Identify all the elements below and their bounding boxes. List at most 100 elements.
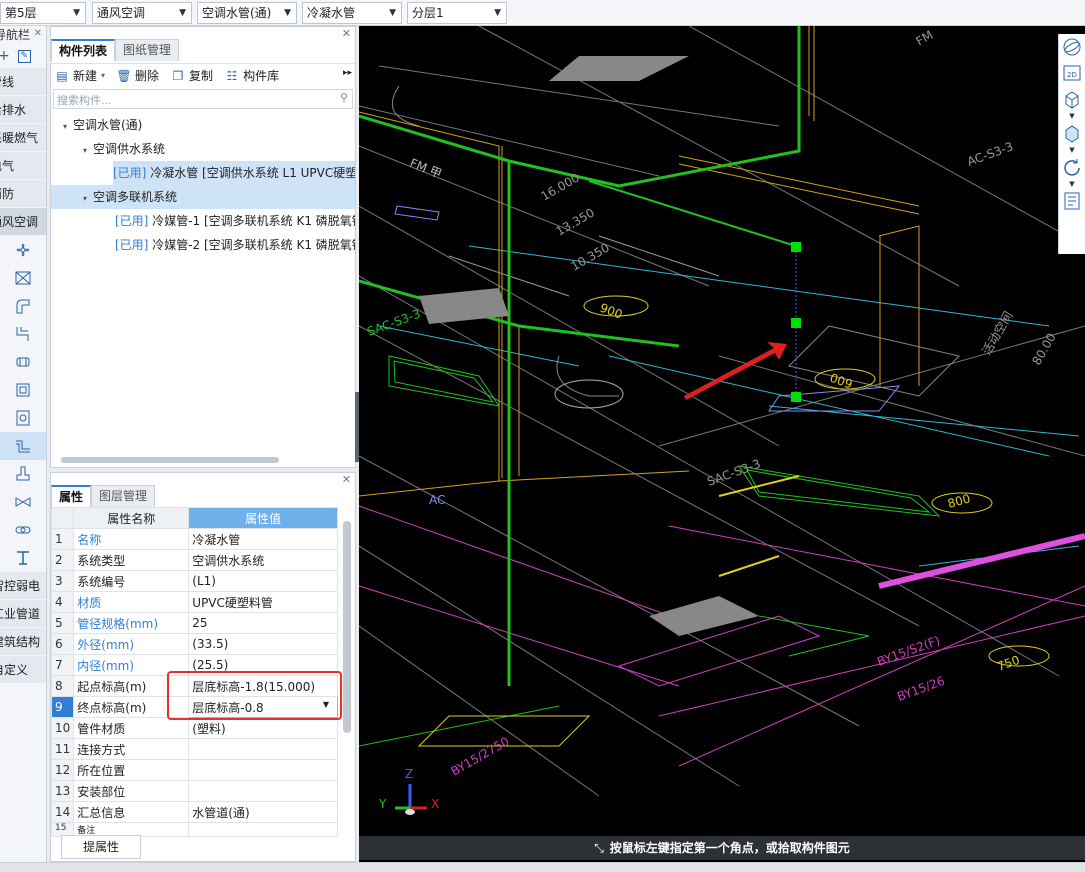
tree-node-root[interactable]: ▾ 空调水管(通): [51, 113, 355, 137]
water-pipe-icon[interactable]: [0, 432, 46, 460]
pipe-joint-icon[interactable]: [0, 516, 46, 544]
edit-icon[interactable]: ✎: [17, 49, 31, 63]
support-hanger-icon[interactable]: [0, 544, 46, 572]
expand-icon[interactable]: ▾: [63, 115, 73, 139]
property-value[interactable]: [188, 738, 338, 760]
row-number: 1: [50, 528, 75, 550]
cad-label: 800: [946, 491, 972, 510]
property-row[interactable]: 10 管件材质 (塑料): [50, 717, 338, 739]
property-row[interactable]: 6 外径(mm) (33.5): [50, 633, 338, 655]
property-row[interactable]: 13 安装部位: [50, 780, 338, 802]
nav-item-structure[interactable]: 建筑结构: [0, 628, 46, 656]
orbit-icon[interactable]: [1059, 34, 1085, 60]
nav-item-low-voltage[interactable]: 智控弱电: [0, 572, 46, 600]
expand-icon[interactable]: ▾: [83, 139, 93, 163]
property-value[interactable]: 空调供水系统: [188, 549, 338, 571]
tree-node-condensate-pipe[interactable]: [已用] 冷凝水管 [空调供水系统 L1 UPVC硬塑: [113, 161, 355, 185]
tree-node-refrigerant-pipe-1[interactable]: [已用] 冷媒管-1 [空调多联机系统 K1 磷脱氧铜: [51, 209, 355, 233]
horizontal-scrollbar[interactable]: [53, 455, 353, 465]
property-row[interactable]: 2 系统类型 空调供水系统: [50, 549, 338, 571]
duct-fitting-icon[interactable]: [0, 320, 46, 348]
property-value[interactable]: UPVC硬塑料管: [188, 591, 338, 613]
discipline-select[interactable]: 通风空调 ▼: [92, 2, 192, 24]
property-row[interactable]: 5 管径规格(mm) 25: [50, 612, 338, 634]
property-value[interactable]: 冷凝水管: [188, 528, 338, 550]
close-icon[interactable]: ✕: [34, 28, 42, 39]
property-value[interactable]: 水管道(通): [188, 801, 338, 823]
grip-end[interactable]: [791, 392, 801, 402]
property-row[interactable]: 12 所在位置: [50, 759, 338, 781]
duct-connector-icon[interactable]: [0, 348, 46, 376]
expand-icon[interactable]: ▾: [83, 187, 93, 211]
chevron-down-icon[interactable]: ▼: [1059, 146, 1085, 154]
property-value[interactable]: [188, 780, 338, 802]
extract-properties-button[interactable]: 提属性: [61, 835, 141, 859]
component-search-input[interactable]: 搜索构件... ⚲: [53, 89, 353, 109]
property-row[interactable]: 14 汇总信息 水管道(通): [50, 801, 338, 823]
nav-item-custom[interactable]: 自定义: [0, 656, 46, 684]
valve-box-icon[interactable]: [0, 404, 46, 432]
cad-viewport[interactable]: FM 甲 16.000 13.350 10.350 900 AC SAC-S3-…: [359, 26, 1085, 862]
view-2d-icon[interactable]: 2D: [1059, 60, 1085, 86]
fan-icon[interactable]: [0, 236, 46, 264]
row-number: 9: [50, 696, 75, 718]
nav-item-water[interactable]: 给排水: [0, 96, 46, 124]
equipment-frame-icon[interactable]: [0, 376, 46, 404]
properties-icon[interactable]: [1059, 188, 1085, 214]
vertical-scrollbar[interactable]: [343, 521, 351, 733]
copy-button[interactable]: ❐ 复制: [171, 67, 213, 84]
nav-item-heating-gas[interactable]: 采暖燃气: [0, 124, 46, 152]
more-icon[interactable]: ▸▸: [343, 68, 352, 78]
property-value[interactable]: (33.5): [188, 633, 338, 655]
scrollbar-thumb[interactable]: [61, 457, 279, 463]
chevron-down-icon[interactable]: ▼: [1059, 180, 1085, 188]
floor-select[interactable]: 第5层 ▼: [0, 2, 86, 24]
property-value[interactable]: (塑料): [188, 717, 338, 739]
close-icon[interactable]: ✕: [342, 27, 351, 40]
duct-elbow-icon[interactable]: [0, 292, 46, 320]
type-select[interactable]: 冷凝水管 ▼: [302, 2, 402, 24]
nav-item-fire[interactable]: 消防: [0, 180, 46, 208]
property-value[interactable]: 25: [188, 612, 338, 634]
grip-mid[interactable]: [791, 318, 801, 328]
nav-item-electrical[interactable]: 电气: [0, 152, 46, 180]
nav-item-hvac[interactable]: 通风空调: [0, 208, 46, 236]
property-row[interactable]: 1 名称 冷凝水管: [50, 528, 338, 550]
tree-node-vrf-system[interactable]: ▾ 空调多联机系统: [51, 185, 355, 209]
layer-select[interactable]: 分层1 ▼: [407, 2, 507, 24]
tab-layer-management[interactable]: 图层管理: [91, 485, 156, 507]
grip-start[interactable]: [791, 242, 801, 252]
cad-label: 80.00: [1029, 331, 1058, 368]
tree-node-label: 空调水管(通): [73, 118, 143, 132]
property-row[interactable]: 3 系统编号 (L1): [50, 570, 338, 592]
air-outlet-icon[interactable]: [0, 264, 46, 292]
pipe-accessory-icon[interactable]: [0, 460, 46, 488]
add-icon[interactable]: +: [0, 48, 10, 64]
property-row[interactable]: 11 连接方式: [50, 738, 338, 760]
property-value[interactable]: [188, 759, 338, 781]
component-library-button[interactable]: ☷ 构件库: [225, 67, 279, 84]
tree-node-supply-system[interactable]: ▾ 空调供水系统: [51, 137, 355, 161]
view-3d-box-icon[interactable]: [1059, 86, 1085, 112]
category-select[interactable]: 空调水管(通) ▼: [197, 2, 297, 24]
tree-node-label: 冷媒管-2 [空调多联机系统 K1 磷脱氧铜: [152, 238, 355, 252]
wireframe-box-icon[interactable]: [1059, 120, 1085, 146]
valve-icon[interactable]: [0, 488, 46, 516]
rotate-icon[interactable]: [1059, 154, 1085, 180]
tab-properties[interactable]: 属性: [51, 485, 92, 507]
tree-node-refrigerant-pipe-2[interactable]: [已用] 冷媒管-2 [空调多联机系统 K1 磷脱氧铜: [51, 233, 355, 257]
property-value[interactable]: [188, 822, 338, 837]
tab-drawing-management[interactable]: 图纸管理: [115, 39, 180, 61]
search-icon[interactable]: ⚲: [340, 91, 348, 104]
chevron-down-icon[interactable]: ▼: [1059, 112, 1085, 120]
nav-item-pipeline[interactable]: 管线: [0, 68, 46, 96]
property-row[interactable]: 4 材质 UPVC硬塑料管: [50, 591, 338, 613]
property-value[interactable]: (L1): [188, 570, 338, 592]
nav-item-industrial-pipe[interactable]: 工业管道: [0, 600, 46, 628]
delete-button[interactable]: 🗑 删除: [116, 67, 159, 84]
cad-drawing[interactable]: FM 甲 16.000 13.350 10.350 900 AC SAC-S3-…: [359, 26, 1085, 862]
crosshair-icon: ⤡: [594, 841, 604, 855]
new-button[interactable]: ▤ 新建 ▾: [55, 67, 105, 84]
close-icon[interactable]: ✕: [342, 473, 351, 486]
tab-component-list[interactable]: 构件列表: [51, 39, 116, 61]
